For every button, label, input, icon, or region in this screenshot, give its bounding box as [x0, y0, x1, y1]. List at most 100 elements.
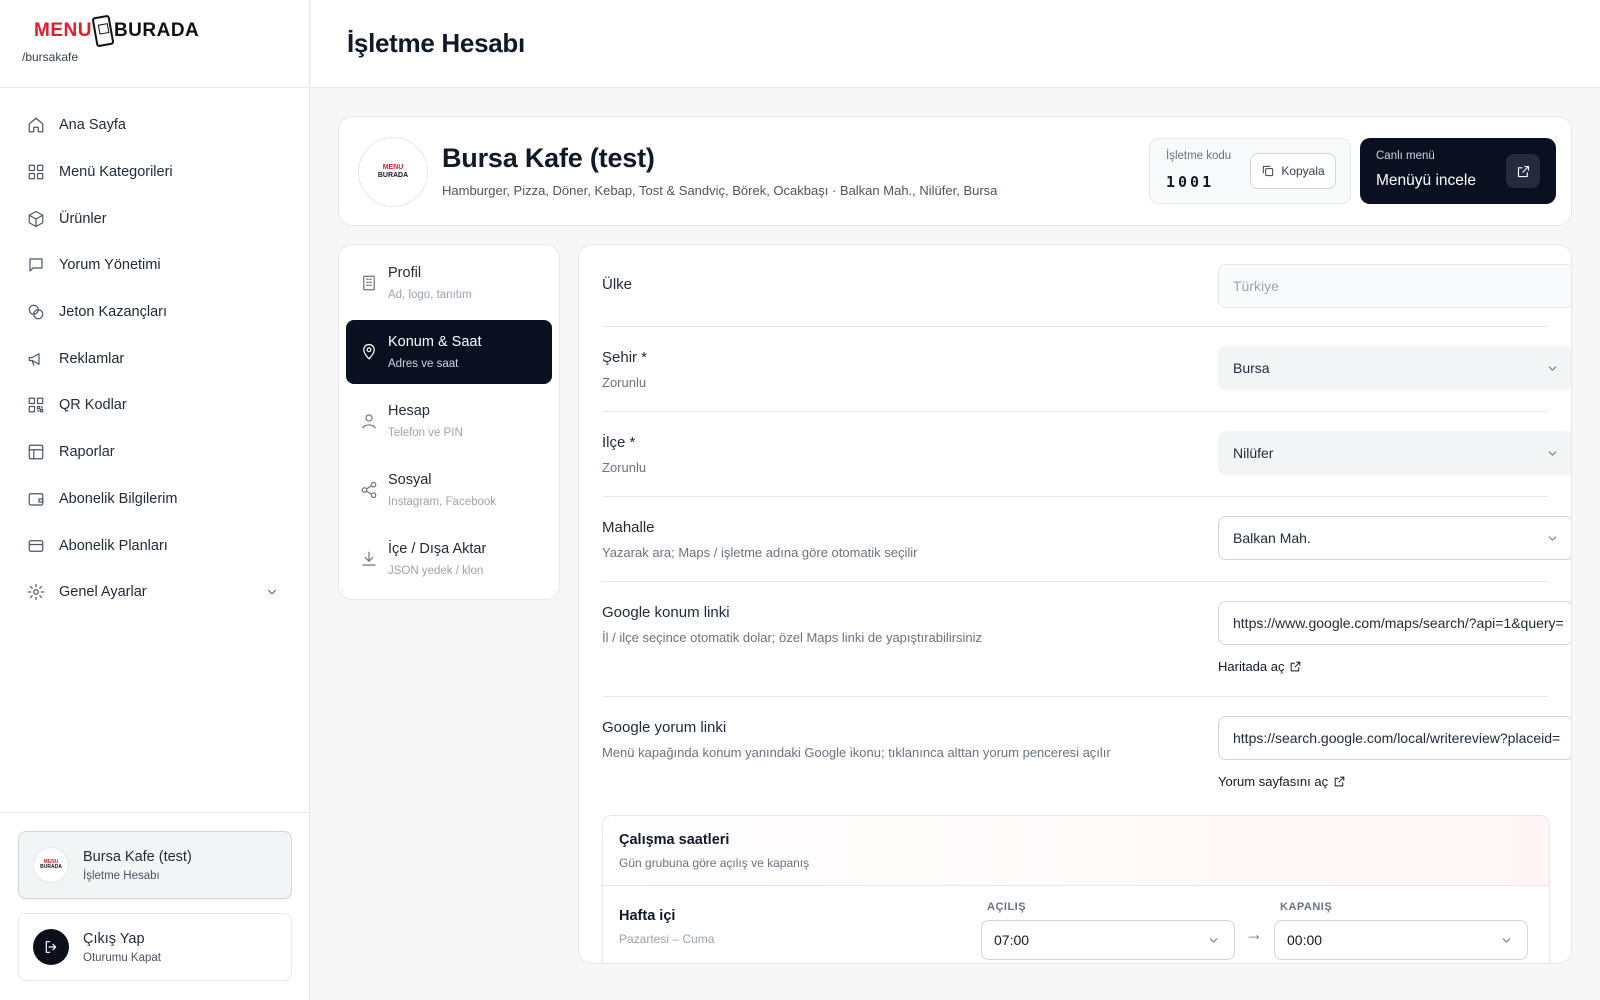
avatar-logo-burada: BURADA [40, 864, 62, 870]
settings-tabs: Profil Ad, logo, tanıtım Konum & Saat Ad… [338, 244, 560, 600]
chevron-down-icon [1548, 366, 1557, 371]
logout-icon [33, 929, 69, 965]
tab-konum-saat[interactable]: Konum & Saat Adres ve saat [346, 320, 552, 384]
sidebar-item-label: Ürünler [59, 210, 107, 227]
district-select[interactable]: Nilüfer [1218, 431, 1571, 475]
tab-profil[interactable]: Profil Ad, logo, tanıtım [346, 251, 552, 315]
business-code-label: İşletme kodu [1166, 150, 1232, 162]
logo-text-burada: BURADA [113, 20, 200, 41]
city-value: Bursa [1233, 360, 1270, 376]
logout-title: Çıkış Yap [83, 930, 145, 947]
sidebar-item-label: Menü Kategorileri [59, 164, 173, 181]
sidebar-item-qr-kodlar[interactable]: QR Kodlar [0, 382, 309, 429]
sidebar-item-ana-sayfa[interactable]: Ana Sayfa [0, 102, 309, 149]
page-title: İşletme Hesabı [347, 28, 525, 58]
brand-logo[interactable]: MENU BURADA [34, 14, 287, 48]
gear-icon [27, 584, 45, 601]
working-hours-title: Çalışma saatleri [619, 832, 730, 848]
sidebar-item-raporlar[interactable]: Raporlar [0, 429, 309, 476]
logo-text-menu: MENU [34, 20, 92, 41]
close-time-select[interactable]: 00:00 [1274, 920, 1528, 960]
sidebar-item-abonelik-bilgilerim[interactable]: Abonelik Bilgilerim [0, 476, 309, 523]
city-label: Şehir * [602, 349, 648, 366]
external-link-icon [1291, 661, 1301, 672]
country-row: Ülke Türkiye [602, 245, 1571, 327]
tab-title: Profil [388, 265, 422, 281]
sidebar-item-label: Reklamlar [59, 350, 125, 367]
avatar: MENU BURADA [33, 847, 69, 883]
sidebar-item-label: Yorum Yönetimi [59, 257, 161, 274]
message-icon [29, 258, 43, 273]
review-link-label: Google yorum linki [602, 719, 727, 736]
live-menu-button[interactable]: Canlı menü Menüyü incele [1360, 138, 1556, 204]
hours-row-weekdays: Hafta içi Pazartesi – Cuma AÇILIŞ 07:00 … [603, 886, 1549, 963]
sidebar-item-reklamlar[interactable]: Reklamlar [0, 335, 309, 382]
business-header-card: MENU BURADA Bursa Kafe (test) Hamburger,… [338, 116, 1572, 226]
sidebar-item-jeton-kazanclari[interactable]: Jeton Kazançları [0, 289, 309, 336]
logout-button[interactable]: Çıkış Yap Oturumu Kapat [18, 913, 292, 981]
tab-subtitle: Telefon ve PIN [388, 427, 463, 439]
sidebar-item-abonelik-planlari[interactable]: Abonelik Planları [0, 522, 309, 569]
chevron-down-icon [1502, 938, 1511, 943]
phone-icon [91, 14, 115, 48]
tab-ice-disa-aktar[interactable]: İçe / Dışa Aktar JSON yedek / klon [346, 527, 552, 591]
building-icon [363, 275, 375, 291]
maps-link-row: Google konum linki İl / ilçe seçince oto… [602, 582, 1571, 697]
card-icon [28, 539, 44, 552]
tab-subtitle: Adres ve saat [388, 358, 459, 370]
download-icon [362, 551, 376, 566]
open-time-label: AÇILIŞ [987, 901, 1027, 913]
external-link-icon [1334, 776, 1345, 787]
account-text: Bursa Kafe (test) İşletme Hesabı [83, 849, 192, 882]
hours-row-subtitle: Pazartesi – Cuma [619, 932, 715, 946]
qr-icon [28, 398, 44, 413]
open-map-link[interactable]: Haritada aç [1218, 659, 1302, 674]
share-icon [361, 481, 377, 499]
open-review-page-link[interactable]: Yorum sayfasını aç [1218, 774, 1346, 789]
business-logo-burada: BURADA [377, 172, 409, 179]
sidebar-item-genel-ayarlar[interactable]: Genel Ayarlar [0, 569, 309, 616]
grid-icon [28, 164, 44, 180]
sidebar-item-label: Abonelik Bilgilerim [59, 490, 178, 507]
close-time-value: 00:00 [1287, 932, 1323, 948]
country-field: Türkiye [1218, 264, 1571, 308]
close-time-label: KAPANIŞ [1280, 901, 1333, 913]
working-hours-header: Çalışma saatleri Gün grubuna göre açılış… [603, 816, 1549, 886]
chevron-down-icon [1209, 938, 1218, 943]
city-select[interactable]: Bursa [1218, 346, 1571, 390]
logout-text: Çıkış Yap Oturumu Kapat [83, 931, 161, 964]
district-row: İlçe * Zorunlu Nilüfer [602, 412, 1571, 497]
sidebar-item-menu-kategorileri[interactable]: Menü Kategorileri [0, 149, 309, 196]
report-icon [28, 444, 44, 460]
open-time-value: 07:00 [994, 932, 1030, 948]
tab-sosyal[interactable]: Sosyal Instagram, Facebook [346, 458, 552, 522]
tab-title: Konum & Saat [388, 334, 482, 350]
chevron-down-icon[interactable] [265, 585, 279, 599]
working-hours-panel: Çalışma saatleri Gün grubuna göre açılış… [602, 815, 1550, 963]
business-code-box: İşletme kodu 1001 Kopyala [1149, 138, 1351, 204]
neighborhood-value: Balkan Mah. [1233, 530, 1311, 546]
sidebar-item-label: Abonelik Planları [59, 537, 168, 554]
sidebar: MENU BURADA /bursakafe Ana Sayfa Menü Ka… [0, 0, 310, 1000]
arrow-right-icon: → [1245, 924, 1263, 944]
review-link-input[interactable]: https://search.google.com/local/writerev… [1218, 716, 1571, 760]
hours-row-title: Hafta içi [619, 908, 676, 924]
sidebar-item-yorum-yonetimi[interactable]: Yorum Yönetimi [0, 242, 309, 289]
wallet-icon [28, 492, 44, 506]
neighborhood-combobox[interactable]: Balkan Mah. [1218, 516, 1571, 560]
maps-link-input[interactable]: https://www.google.com/maps/search/?api=… [1218, 601, 1571, 645]
package-icon [28, 210, 44, 227]
home-icon [28, 117, 44, 133]
business-meta: Hamburger, Pizza, Döner, Kebap, Tost & S… [442, 183, 998, 198]
district-label: İlçe * [602, 434, 636, 451]
account-card[interactable]: MENU BURADA Bursa Kafe (test) İşletme He… [18, 831, 292, 899]
copy-button[interactable]: Kopyala [1250, 153, 1336, 189]
topbar: İşletme Hesabı [311, 0, 1600, 88]
chevron-down-icon [1548, 536, 1557, 541]
tab-hesap[interactable]: Hesap Telefon ve PIN [346, 389, 552, 453]
review-link-row: Google yorum linki Menü kapağında konum … [602, 697, 1571, 815]
sidebar-item-urunler[interactable]: Ürünler [0, 195, 309, 242]
account-role: İşletme Hesabı [83, 869, 160, 882]
open-time-select[interactable]: 07:00 [981, 920, 1235, 960]
copy-icon [1263, 165, 1274, 177]
